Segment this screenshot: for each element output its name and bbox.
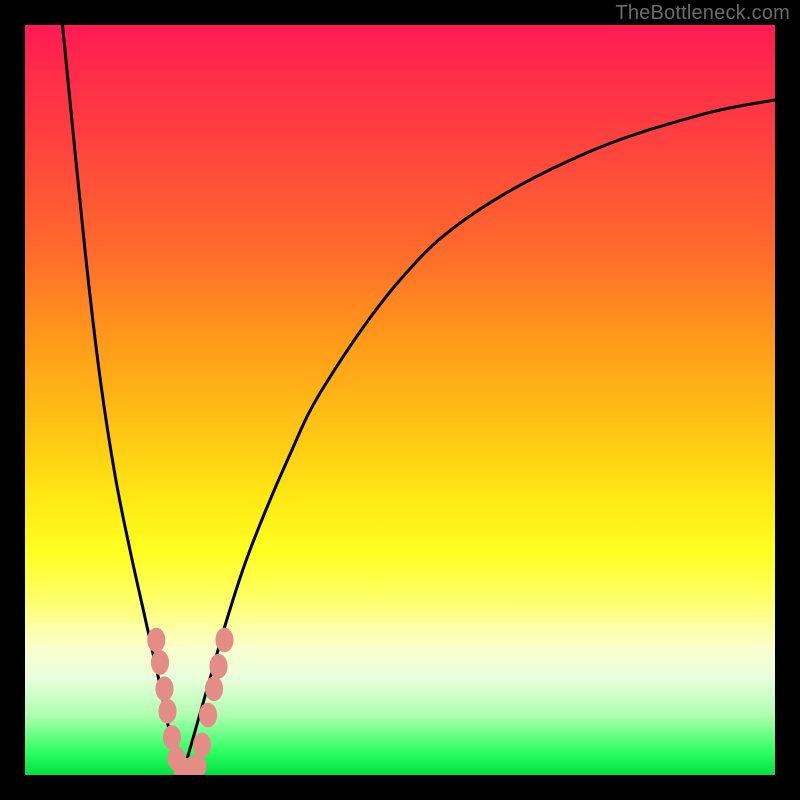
data-marker bbox=[163, 725, 181, 750]
data-marker bbox=[147, 628, 165, 653]
data-marker bbox=[209, 654, 227, 679]
watermark-text: TheBottleneck.com bbox=[615, 2, 790, 25]
data-marker bbox=[199, 703, 217, 728]
curve-svg bbox=[25, 25, 775, 775]
data-marker bbox=[155, 676, 173, 701]
curve-right-branch bbox=[183, 100, 776, 775]
plot-area bbox=[25, 25, 775, 775]
data-marker bbox=[151, 650, 169, 675]
chart-frame: TheBottleneck.com bbox=[0, 0, 800, 800]
data-marker bbox=[215, 628, 233, 653]
data-marker bbox=[158, 699, 176, 724]
data-marker bbox=[205, 676, 223, 701]
data-marker bbox=[193, 733, 211, 758]
